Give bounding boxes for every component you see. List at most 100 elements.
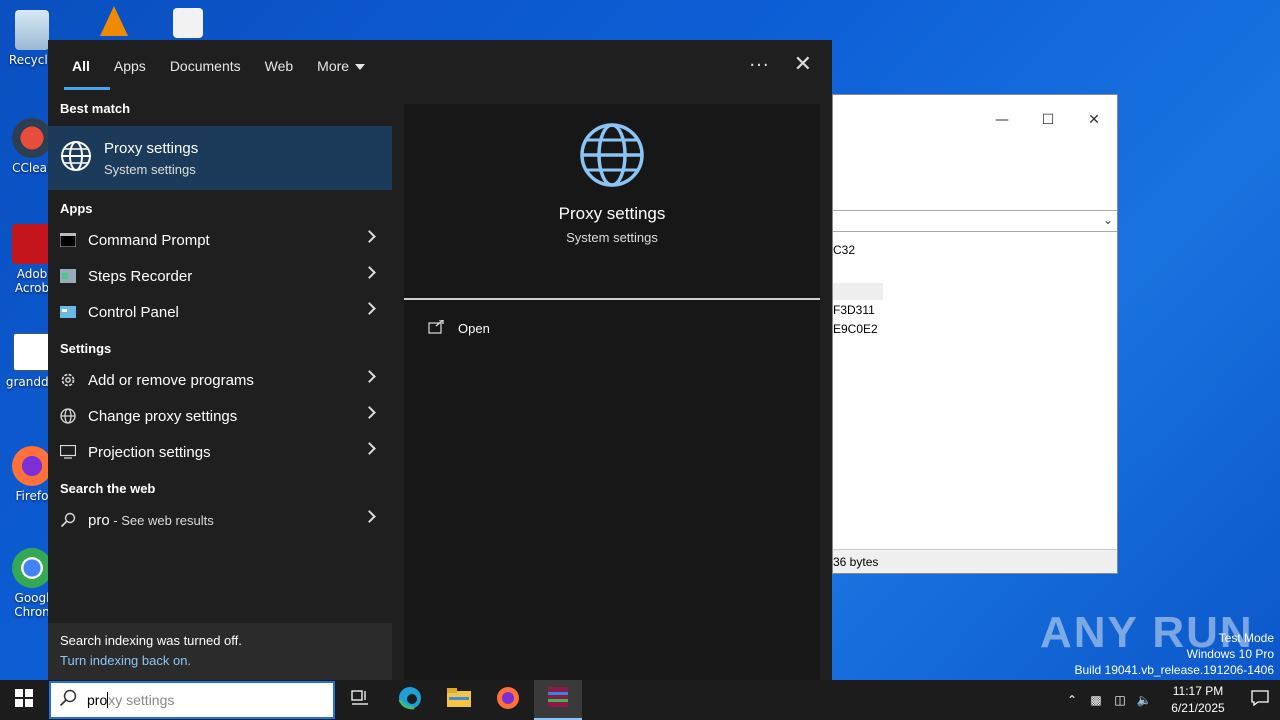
tab-more[interactable]: More bbox=[305, 58, 377, 90]
taskbar: pro xy settings ⌃ ▩ ◫ 🔈 11:17 PM 6/21/202… bbox=[0, 680, 1280, 720]
minimize-icon[interactable]: — bbox=[979, 112, 1025, 128]
steps-recorder-icon bbox=[60, 268, 76, 284]
results-list: Best match Proxy settings System setting… bbox=[48, 90, 392, 680]
folder-icon bbox=[447, 688, 471, 712]
window-titlebar: — ☐ ✕ bbox=[833, 95, 1117, 145]
caret-down-icon bbox=[355, 64, 366, 71]
build-number-text: Build 19041.vb_release.191206-1406 bbox=[1074, 663, 1275, 677]
chevron-right-icon[interactable] bbox=[363, 510, 376, 523]
desktop-icon-label: Googl Chron bbox=[14, 591, 50, 619]
chevron-right-icon[interactable] bbox=[363, 266, 376, 279]
section-search-web: Search the web bbox=[60, 481, 156, 496]
open-action[interactable]: Open bbox=[404, 300, 820, 337]
globe-icon bbox=[60, 140, 92, 176]
result-label: Projection settings bbox=[88, 443, 211, 461]
chevron-right-icon[interactable] bbox=[363, 302, 376, 315]
chevron-right-icon[interactable] bbox=[363, 230, 376, 243]
desktop-icon-document[interactable] bbox=[158, 8, 218, 41]
vlc-icon bbox=[100, 6, 128, 36]
ccleaner-icon bbox=[12, 118, 52, 158]
list-item[interactable]: E9C0E2 bbox=[833, 322, 878, 336]
taskbar-search-input[interactable]: pro xy settings bbox=[49, 681, 335, 719]
list-item[interactable]: C32 bbox=[833, 243, 855, 257]
network-icon[interactable]: ◫ bbox=[1108, 693, 1132, 707]
result-command-prompt[interactable]: Command Prompt bbox=[48, 222, 392, 258]
close-icon[interactable]: ✕ bbox=[794, 54, 812, 76]
windows-logo-icon bbox=[15, 689, 33, 711]
chevron-right-icon[interactable] bbox=[363, 442, 376, 455]
open-external-icon bbox=[428, 319, 444, 337]
acrobat-icon bbox=[12, 224, 52, 264]
command-prompt-icon bbox=[60, 232, 76, 248]
globe-icon bbox=[404, 122, 820, 192]
result-change-proxy-settings[interactable]: Change proxy settings bbox=[48, 398, 392, 434]
task-view-button[interactable] bbox=[336, 680, 384, 720]
windows-edition-text: Windows 10 Pro bbox=[1186, 647, 1274, 661]
taskbar-winrar[interactable] bbox=[534, 680, 582, 720]
result-label: Steps Recorder bbox=[88, 267, 193, 285]
preview-pane: Proxy settings System settings Open bbox=[404, 104, 820, 680]
task-view-icon bbox=[351, 690, 369, 710]
test-mode-text: Test Mode bbox=[1218, 631, 1274, 645]
volume-icon[interactable]: 🔈 bbox=[1132, 693, 1156, 707]
control-panel-icon bbox=[60, 304, 76, 320]
search-tabs: All Apps Documents Web More ··· ✕ bbox=[48, 40, 832, 90]
tab-all[interactable]: All bbox=[60, 58, 110, 90]
edge-icon bbox=[398, 686, 422, 714]
security-icon[interactable]: ▩ bbox=[1084, 693, 1108, 707]
taskbar-firefox[interactable] bbox=[484, 680, 532, 720]
projection-icon bbox=[60, 444, 76, 460]
maximize-icon[interactable]: ☐ bbox=[1025, 112, 1071, 128]
tab-apps[interactable]: Apps bbox=[102, 58, 158, 90]
search-suggestion-text: xy settings bbox=[108, 692, 175, 708]
more-options-icon[interactable]: ··· bbox=[749, 55, 769, 76]
gear-icon bbox=[60, 372, 76, 388]
tab-documents[interactable]: Documents bbox=[158, 58, 253, 90]
clock[interactable]: 11:17 PM 6/21/2025 bbox=[1156, 683, 1240, 717]
chevron-down-icon: ⌄ bbox=[1102, 213, 1113, 227]
best-match-subtitle: System settings bbox=[104, 161, 196, 177]
tab-web[interactable]: Web bbox=[253, 58, 306, 90]
preview-subtitle: System settings bbox=[566, 230, 658, 245]
chevron-up-icon[interactable]: ⌃ bbox=[1060, 693, 1084, 707]
document-icon bbox=[173, 8, 203, 38]
notification-button[interactable] bbox=[1240, 690, 1280, 710]
indexing-notice: Search indexing was turned off. Turn ind… bbox=[48, 623, 392, 680]
globe-icon bbox=[60, 408, 76, 424]
background-window[interactable]: — ☐ ✕ ⌄ C32 F3D311 E9C0E2 36 bytes bbox=[832, 94, 1118, 574]
search-typed-text: pro bbox=[87, 692, 108, 708]
taskbar-file-explorer[interactable] bbox=[435, 680, 483, 720]
system-tray: ⌃ ▩ ◫ 🔈 11:17 PM 6/21/2025 bbox=[1060, 680, 1280, 720]
chevron-right-icon[interactable] bbox=[363, 406, 376, 419]
selected-row[interactable] bbox=[833, 283, 883, 300]
search-icon bbox=[59, 689, 77, 711]
result-label: Add or remove programs bbox=[88, 371, 254, 389]
search-panel: All Apps Documents Web More ··· ✕ Best m… bbox=[48, 40, 832, 680]
result-label: Command Prompt bbox=[88, 231, 210, 249]
result-control-panel[interactable]: Control Panel bbox=[48, 294, 392, 330]
recycle-bin-icon bbox=[15, 10, 49, 50]
clock-time: 11:17 PM bbox=[1172, 684, 1224, 698]
result-web-search[interactable]: pro - See web results bbox=[48, 502, 392, 538]
dropdown-combo[interactable]: ⌄ bbox=[833, 210, 1117, 232]
result-projection-settings[interactable]: Projection settings bbox=[48, 434, 392, 470]
taskbar-edge[interactable] bbox=[386, 680, 434, 720]
clock-date: 6/21/2025 bbox=[1171, 701, 1225, 715]
turn-indexing-on-link[interactable]: Turn indexing back on. bbox=[60, 653, 380, 668]
chrome-icon bbox=[12, 548, 52, 588]
notification-icon bbox=[1251, 690, 1269, 710]
chevron-right-icon[interactable] bbox=[363, 370, 376, 383]
open-label: Open bbox=[458, 321, 490, 336]
desktop-icon-vlc[interactable] bbox=[84, 6, 144, 39]
web-suffix: - See web results bbox=[109, 512, 214, 528]
preview-title: Proxy settings bbox=[558, 204, 666, 223]
result-steps-recorder[interactable]: Steps Recorder bbox=[48, 258, 392, 294]
status-bar: 36 bytes bbox=[833, 549, 1117, 573]
close-icon[interactable]: ✕ bbox=[1071, 112, 1117, 128]
word-document-icon bbox=[12, 332, 52, 372]
result-add-remove-programs[interactable]: Add or remove programs bbox=[48, 362, 392, 398]
list-item[interactable]: F3D311 bbox=[833, 303, 875, 317]
start-button[interactable] bbox=[0, 680, 48, 720]
best-match-item[interactable]: Proxy settings System settings bbox=[48, 126, 392, 190]
best-match-title: Proxy settings bbox=[104, 139, 199, 157]
